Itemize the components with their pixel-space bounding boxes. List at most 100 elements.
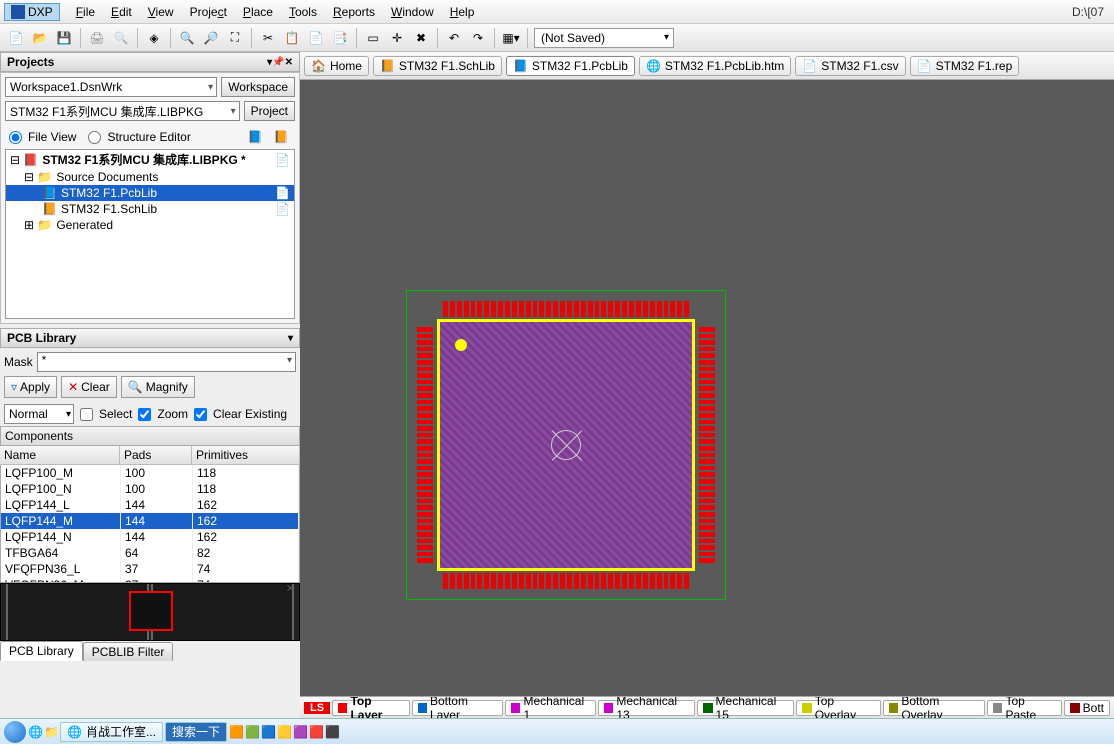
duplicate-icon[interactable]: 📑	[330, 28, 350, 48]
magnify-button[interactable]: 🔍Magnify	[121, 376, 195, 398]
project-button[interactable]: Project	[244, 101, 295, 121]
menu-tools[interactable]: Tools	[281, 3, 325, 21]
menu-window[interactable]: Window	[383, 3, 442, 21]
component-row[interactable]: LQFP144_L144162	[1, 497, 299, 513]
component-row[interactable]: LQFP144_N144162	[1, 529, 299, 545]
pin-icon[interactable]: 📌	[272, 57, 284, 68]
zoom-out-icon[interactable]: 🔎	[201, 28, 221, 48]
component-row[interactable]: LQFP100_M100118	[1, 465, 299, 481]
preview-close-icon[interactable]: ✕	[282, 582, 299, 595]
taskbar-app-7[interactable]: ⬛	[325, 725, 339, 739]
taskbar-explorer-icon[interactable]: 📁	[44, 725, 58, 739]
layer-tab[interactable]: Mechanical 13	[598, 700, 695, 716]
menu-place[interactable]: Place	[235, 3, 281, 21]
layers-icon[interactable]: ◈	[144, 28, 164, 48]
tree-generated[interactable]: ⊞ 📁Generated	[6, 217, 294, 233]
deselect-icon[interactable]: ✖	[411, 28, 431, 48]
paste-icon[interactable]: 📄	[306, 28, 326, 48]
tree-schlib[interactable]: 📙STM32 F1.SchLib 📄	[6, 201, 294, 217]
file-view-radio[interactable]	[9, 131, 22, 144]
move-icon[interactable]: ✛	[387, 28, 407, 48]
taskbar-app-6[interactable]: 🟥	[309, 725, 323, 739]
menu-reports[interactable]: Reports	[325, 3, 383, 21]
apply-button[interactable]: ▿Apply	[4, 376, 57, 398]
dxp-button[interactable]: DXP	[4, 3, 60, 21]
layer-tab[interactable]: Top Overlay	[796, 700, 881, 716]
col-primitives[interactable]: Primitives	[192, 446, 300, 464]
select-rect-icon[interactable]: ▭	[363, 28, 383, 48]
doc-tab[interactable]: 🌐STM32 F1.PcbLib.htm	[639, 56, 791, 76]
menu-help[interactable]: Help	[442, 3, 483, 21]
new-icon[interactable]: 📄	[6, 28, 26, 48]
zoom-fit-icon[interactable]: ⛶	[225, 28, 245, 48]
redo-icon[interactable]: ↷	[468, 28, 488, 48]
refresh-icon[interactable]: 📘	[245, 127, 265, 147]
doc-tab[interactable]: 📘STM32 F1.PcbLib	[506, 56, 635, 76]
doc-tab[interactable]: 📄STM32 F1.csv	[795, 56, 905, 76]
menu-view[interactable]: View	[140, 3, 182, 21]
pcb-canvas[interactable]	[300, 80, 1114, 696]
pcblib-panel-header[interactable]: PCB Library ▾	[0, 328, 300, 348]
structure-editor-radio[interactable]	[88, 131, 101, 144]
menu-edit[interactable]: Edit	[103, 3, 140, 21]
taskbar-app-5[interactable]: 🟪	[293, 725, 307, 739]
component-row[interactable]: TFBGA646482	[1, 545, 299, 561]
taskbar-app-2[interactable]: 🟩	[245, 725, 259, 739]
doc-tab[interactable]: 🏠Home	[304, 56, 369, 76]
doc-tab[interactable]: 📄STM32 F1.rep	[910, 56, 1020, 76]
component-row[interactable]: VFQFPN36_L3774	[1, 561, 299, 577]
grid-icon[interactable]: ▦▾	[501, 28, 521, 48]
layer-tab[interactable]: Top Layer	[332, 700, 409, 716]
clear-existing-checkbox[interactable]	[194, 408, 207, 421]
taskbar-app-4[interactable]: 🟨	[277, 725, 291, 739]
component-row[interactable]: LQFP100_N100118	[1, 481, 299, 497]
taskbar-app-3[interactable]: 🟦	[261, 725, 275, 739]
workspace-button[interactable]: Workspace	[221, 77, 295, 97]
open-icon[interactable]: 📂	[30, 28, 50, 48]
clear-button[interactable]: ✕Clear	[61, 376, 117, 398]
close-icon[interactable]: ✕	[285, 57, 293, 68]
mask-input[interactable]: *	[37, 352, 296, 372]
save-config-dropdown[interactable]: (Not Saved)	[534, 28, 674, 48]
select-checkbox[interactable]	[80, 408, 93, 421]
preview-icon[interactable]: 🔍	[111, 28, 131, 48]
start-button[interactable]	[4, 721, 26, 743]
mode-dropdown[interactable]: Normal	[4, 404, 74, 424]
save-icon[interactable]: 💾	[54, 28, 74, 48]
zoom-in-icon[interactable]: 🔍	[177, 28, 197, 48]
taskbar-ie-icon[interactable]: 🌐	[28, 725, 42, 739]
project-tree[interactable]: ⊟ 📕STM32 F1系列MCU 集成库.LIBPKG * 📄 ⊟ 📁Sourc…	[5, 149, 295, 319]
workspace-combo[interactable]: Workspace1.DsnWrk	[5, 77, 217, 97]
tab-pcblib-filter[interactable]: PCBLIB Filter	[83, 642, 174, 661]
menu-project[interactable]: Project	[182, 3, 235, 21]
components-grid-header[interactable]: Name Pads Primitives	[0, 446, 300, 465]
col-pads[interactable]: Pads	[120, 446, 192, 464]
print-icon[interactable]: 🖨	[87, 28, 107, 48]
projects-panel-header[interactable]: Projects ▾ 📌 ✕	[0, 52, 300, 72]
layer-tab[interactable]: Bottom Layer	[412, 700, 504, 716]
layer-tab[interactable]: Bottom Overlay	[883, 700, 985, 716]
project-combo[interactable]: STM32 F1系列MCU 集成库.LIBPKG	[5, 101, 240, 121]
tree-root[interactable]: ⊟ 📕STM32 F1系列MCU 集成库.LIBPKG * 📄	[6, 150, 294, 169]
menu-file[interactable]: File	[68, 3, 103, 21]
layer-tab[interactable]: Mechanical 15	[697, 700, 794, 716]
doc-tab[interactable]: 📙STM32 F1.SchLib	[373, 56, 502, 76]
layer-set-button[interactable]: LS	[304, 702, 330, 714]
tree-pcblib[interactable]: 📘STM32 F1.PcbLib 📄	[6, 185, 294, 201]
taskbar-item-1[interactable]: 🌐肖战工作室...	[60, 722, 163, 742]
tab-pcb-library[interactable]: PCB Library	[0, 641, 83, 661]
components-grid[interactable]: LQFP100_M100118LQFP100_N100118LQFP144_L1…	[0, 465, 300, 583]
tree-source-docs[interactable]: ⊟ 📁Source Documents	[6, 169, 294, 185]
component-row[interactable]: LQFP144_M144162	[1, 513, 299, 529]
zoom-checkbox[interactable]	[138, 408, 151, 421]
taskbar-item-2[interactable]: 搜索一下	[165, 722, 227, 742]
layer-tab[interactable]: Bott	[1064, 700, 1110, 716]
layer-tab[interactable]: Mechanical 1	[505, 700, 596, 716]
settings-icon[interactable]: 📙	[271, 127, 291, 147]
copy-icon[interactable]: 📋	[282, 28, 302, 48]
col-name[interactable]: Name	[0, 446, 120, 464]
undo-icon[interactable]: ↶	[444, 28, 464, 48]
cut-icon[interactable]: ✂	[258, 28, 278, 48]
layer-tab[interactable]: Top Paste	[987, 700, 1062, 716]
taskbar-app-1[interactable]: 🟧	[229, 725, 243, 739]
